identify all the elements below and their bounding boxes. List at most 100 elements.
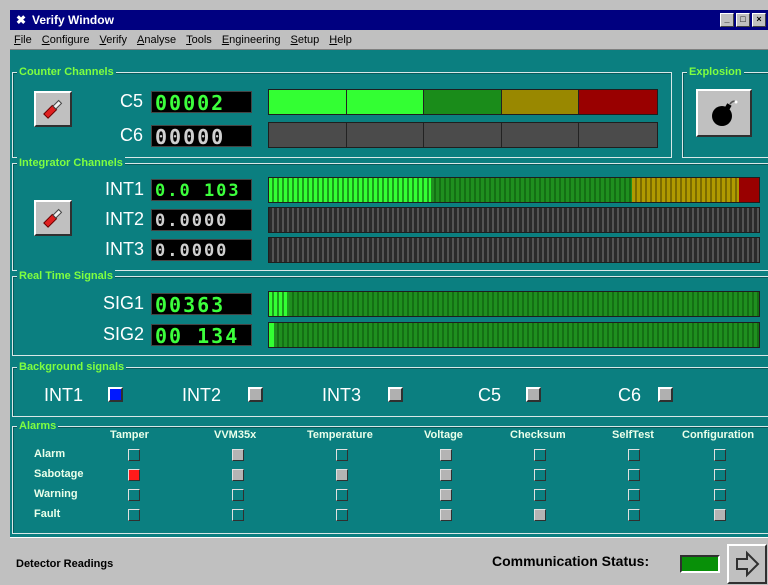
verify-window: ✖ Verify Window _ □ × File Configure Ver… <box>10 10 768 585</box>
row-sabotage: Sabotage <box>34 468 84 480</box>
int1-label: INT1 <box>104 179 144 199</box>
next-button[interactable] <box>727 544 767 584</box>
communication-status-indicator <box>680 555 720 573</box>
alarm-led <box>232 509 244 521</box>
probe-icon <box>43 208 63 228</box>
alarm-led <box>714 449 726 461</box>
sig1-display: 00363 <box>151 293 252 316</box>
app-icon: ✖ <box>15 13 27 27</box>
sig1-label: SIG1 <box>102 293 144 313</box>
explosion-label: Explosion <box>687 66 744 78</box>
alarm-led <box>440 449 452 461</box>
sig2-bar <box>268 322 760 348</box>
alarms-group: Alarms <box>12 420 768 534</box>
menu-tools[interactable]: Tools <box>186 34 212 46</box>
alarm-led <box>534 449 546 461</box>
bg-int3-label: INT3 <box>322 385 362 405</box>
alarm-led <box>714 509 726 521</box>
bg-c5-label: C5 <box>478 385 502 405</box>
menu-help[interactable]: Help <box>329 34 352 46</box>
alarm-led <box>128 509 140 521</box>
alarm-led <box>440 469 452 481</box>
alarm-led <box>128 449 140 461</box>
bg-int2-indicator <box>248 387 263 402</box>
bg-int1-indicator <box>108 387 123 402</box>
status-bar: Detector Readings Communication Status: <box>10 537 768 585</box>
int3-label: INT3 <box>104 239 144 259</box>
sig2-label: SIG2 <box>102 324 144 344</box>
sig1-bar <box>268 291 760 317</box>
c5-bar <box>268 89 658 115</box>
col-selftest: SelfTest <box>612 429 654 441</box>
bg-c5-indicator <box>526 387 541 402</box>
probe-icon <box>43 99 63 119</box>
alarm-led <box>440 489 452 501</box>
alarm-led <box>232 489 244 501</box>
close-button[interactable]: × <box>752 13 766 27</box>
bg-int3-indicator <box>388 387 403 402</box>
alarm-led <box>336 509 348 521</box>
maximize-button[interactable]: □ <box>736 13 750 27</box>
alarm-led <box>714 469 726 481</box>
window-title: Verify Window <box>32 13 114 27</box>
alarm-led <box>128 469 140 481</box>
alarm-led <box>534 509 546 521</box>
col-configuration: Configuration <box>682 429 755 441</box>
col-voltage: Voltage <box>424 429 463 441</box>
sig2-display: 00 134 <box>151 324 252 347</box>
alarm-led <box>232 449 244 461</box>
c5-display: 00002 <box>151 91 252 114</box>
alarm-led <box>628 469 640 481</box>
col-tamper: Tamper <box>110 429 149 441</box>
background-signals-label: Background signals <box>17 361 127 373</box>
int2-label: INT2 <box>104 209 144 229</box>
c6-label: C6 <box>119 125 143 145</box>
row-warning: Warning <box>34 488 78 500</box>
alarm-led <box>336 489 348 501</box>
bg-c6-label: C6 <box>618 385 642 405</box>
alarm-led <box>534 469 546 481</box>
bg-c6-indicator <box>658 387 673 402</box>
menu-engineering[interactable]: Engineering <box>222 34 281 46</box>
menu-bar: File Configure Verify Analyse Tools Engi… <box>10 30 768 50</box>
bg-int1-label: INT1 <box>44 385 84 405</box>
alarm-led <box>534 489 546 501</box>
menu-setup[interactable]: Setup <box>291 34 320 46</box>
bg-int2-label: INT2 <box>182 385 222 405</box>
alarm-led <box>440 509 452 521</box>
menu-verify[interactable]: Verify <box>99 34 127 46</box>
title-bar: ✖ Verify Window _ □ × <box>10 10 768 30</box>
alarm-led <box>336 449 348 461</box>
alarm-led <box>628 489 640 501</box>
minimize-button[interactable]: _ <box>720 13 734 27</box>
alarm-led <box>232 469 244 481</box>
row-fault: Fault <box>34 508 61 520</box>
menu-configure[interactable]: Configure <box>42 34 90 46</box>
alarm-led <box>336 469 348 481</box>
communication-status-label: Communication Status: <box>492 553 650 569</box>
int3-display: 0.0000 <box>151 239 252 261</box>
explosion-button[interactable] <box>696 89 752 137</box>
menu-file[interactable]: File <box>14 34 32 46</box>
alarm-led <box>628 509 640 521</box>
col-temperature: Temperature <box>307 429 373 441</box>
alarm-led <box>628 449 640 461</box>
menu-analyse[interactable]: Analyse <box>137 34 176 46</box>
counter-calibrate-button[interactable] <box>34 91 72 127</box>
realtime-signals-label: Real Time Signals <box>17 270 115 282</box>
detector-readings-label: Detector Readings <box>16 558 114 570</box>
integrator-calibrate-button[interactable] <box>34 200 72 236</box>
alarm-led <box>714 489 726 501</box>
arrow-right-icon <box>736 550 760 578</box>
integrator-channels-label: Integrator Channels <box>17 157 125 169</box>
c6-bar <box>268 122 658 148</box>
alarms-label: Alarms <box>17 420 59 432</box>
c6-display: 00000 <box>151 125 252 148</box>
counter-channels-label: Counter Channels <box>17 66 116 78</box>
row-alarm: Alarm <box>34 448 66 460</box>
col-checksum: Checksum <box>510 429 566 441</box>
alarm-led <box>128 489 140 501</box>
int1-display: 0.0 103 <box>151 179 252 201</box>
int1-bar <box>268 177 760 203</box>
bomb-icon <box>712 100 738 126</box>
